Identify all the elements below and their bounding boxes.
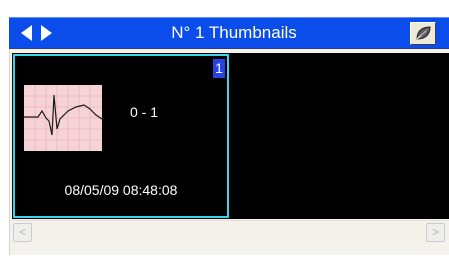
window-title: N° 1 Thumbnails [171,23,297,42]
next-arrow-icon[interactable] [41,25,52,41]
thumbnail-card[interactable]: 1 0 - 1 08/05/09 08:48:08 [13,54,229,218]
scroll-left-button[interactable]: < [13,223,32,242]
horizontal-scrollbar[interactable]: < > [12,220,449,244]
options-button[interactable] [410,22,436,45]
thumbnail-timestamp: 08/05/09 08:48:08 [64,182,178,198]
scroll-right-button[interactable]: > [426,223,445,242]
ecg-waveform-icon [24,85,102,151]
thumbnail-index-badge: 1 [213,59,225,78]
previous-arrow-icon[interactable] [21,25,32,41]
title-bar: N° 1 Thumbnails [9,17,449,49]
leaf-icon [416,26,431,40]
thumbnails-viewport: 1 0 - 1 08/05/09 08:48:08 [12,53,449,219]
thumbnail-range: 0 - 1 [130,104,159,120]
